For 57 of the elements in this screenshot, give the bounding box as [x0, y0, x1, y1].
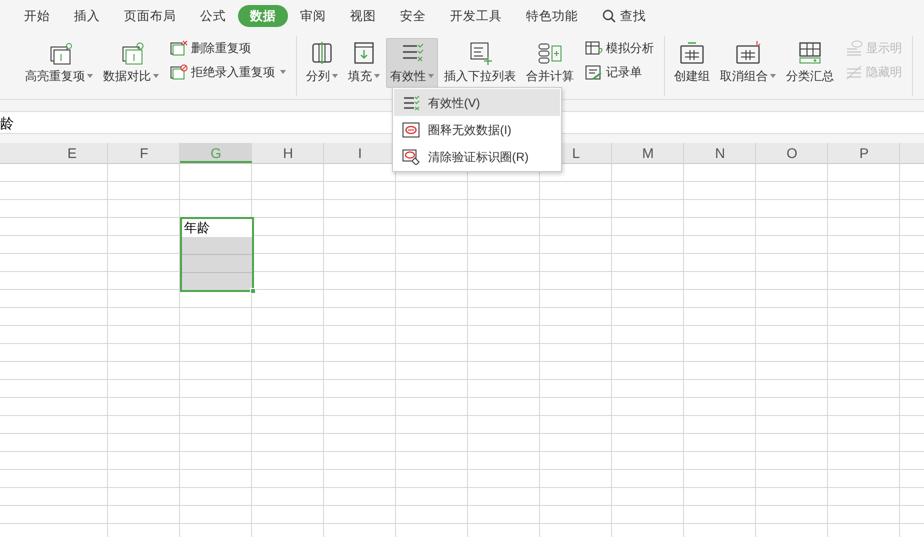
ribbon-tab[interactable]: 页面布局 [112, 5, 188, 27]
ribbon-button[interactable]: 创建组 [670, 38, 714, 88]
ribbon-button[interactable]: 拒绝录入重复项 [168, 62, 288, 82]
fill-handle[interactable] [250, 288, 256, 294]
form-edit-icon [585, 64, 603, 80]
ribbon-tab[interactable]: 插入 [62, 5, 112, 27]
table-cell[interactable]: 年龄 [182, 219, 252, 237]
show-detail-icon [845, 40, 863, 56]
caret-icon [374, 74, 380, 78]
ribbon-button[interactable]: 分列 [302, 38, 342, 88]
ribbon-button[interactable]: 有效性 [386, 38, 438, 88]
ribbon-button[interactable]: 插入下拉列表 [440, 38, 520, 88]
ribbon-button[interactable]: 模拟分析 [583, 38, 656, 58]
column-header[interactable]: M [612, 143, 684, 163]
ribbon-button[interactable]: 删除重复项 [168, 38, 288, 58]
table-ungroup-icon [734, 40, 762, 66]
formula-text: 龄 [0, 114, 14, 133]
ribbon-button[interactable]: 数据对比 [99, 38, 163, 88]
clear-circle-icon [402, 148, 420, 164]
ribbon-tab[interactable]: 特色功能 [514, 5, 590, 27]
ribbon-button[interactable]: 高亮重复项 [21, 38, 97, 88]
reject-duplicate-icon [170, 64, 188, 80]
column-header[interactable]: N [684, 143, 756, 163]
caret-icon [153, 74, 159, 78]
table-group-icon [678, 40, 706, 66]
caret-icon [87, 74, 93, 78]
hide-detail-icon [845, 64, 863, 80]
column-header[interactable]: F [108, 143, 180, 163]
ribbon-tab[interactable]: 视图 [338, 5, 388, 27]
ribbon-tab[interactable]: 审阅 [288, 5, 338, 27]
column-header[interactable]: H [252, 143, 324, 163]
ribbon-button[interactable]: 分类汇总 [782, 38, 838, 88]
caret-icon [332, 74, 338, 78]
menu-item[interactable]: 清除验证标识圈(R) [394, 143, 560, 170]
caret-icon [770, 74, 776, 78]
menu-item[interactable]: 圈释无效数据(I) [394, 116, 560, 143]
ribbon-tab[interactable]: 开发工具 [438, 5, 514, 27]
ribbon-tab[interactable]: 公式 [188, 5, 238, 27]
delete-duplicate-icon [170, 40, 188, 56]
ribbon-tab[interactable]: 安全 [388, 5, 438, 27]
search-icon [602, 9, 616, 23]
column-header[interactable]: I [324, 143, 396, 163]
ribbon-button[interactable]: 合并计算 [522, 38, 578, 88]
caret-icon [280, 70, 286, 74]
menu-item[interactable]: 有效性(V) [394, 89, 560, 116]
column-header[interactable]: O [756, 143, 828, 163]
ribbon-button[interactable]: 取消组合 [716, 38, 780, 88]
selected-cells [182, 237, 252, 290]
search-button[interactable]: 查找 [590, 5, 658, 27]
caret-icon [428, 74, 434, 78]
ribbon-tab[interactable]: 开始 [12, 5, 62, 27]
column-header[interactable]: P [828, 143, 900, 163]
ribbon-button[interactable]: 记录单 [583, 62, 656, 82]
list-check-icon [402, 94, 420, 110]
column-header[interactable]: E [36, 143, 108, 163]
ribbon-button[interactable]: 填充 [344, 38, 384, 88]
circle-data-icon [402, 122, 420, 138]
